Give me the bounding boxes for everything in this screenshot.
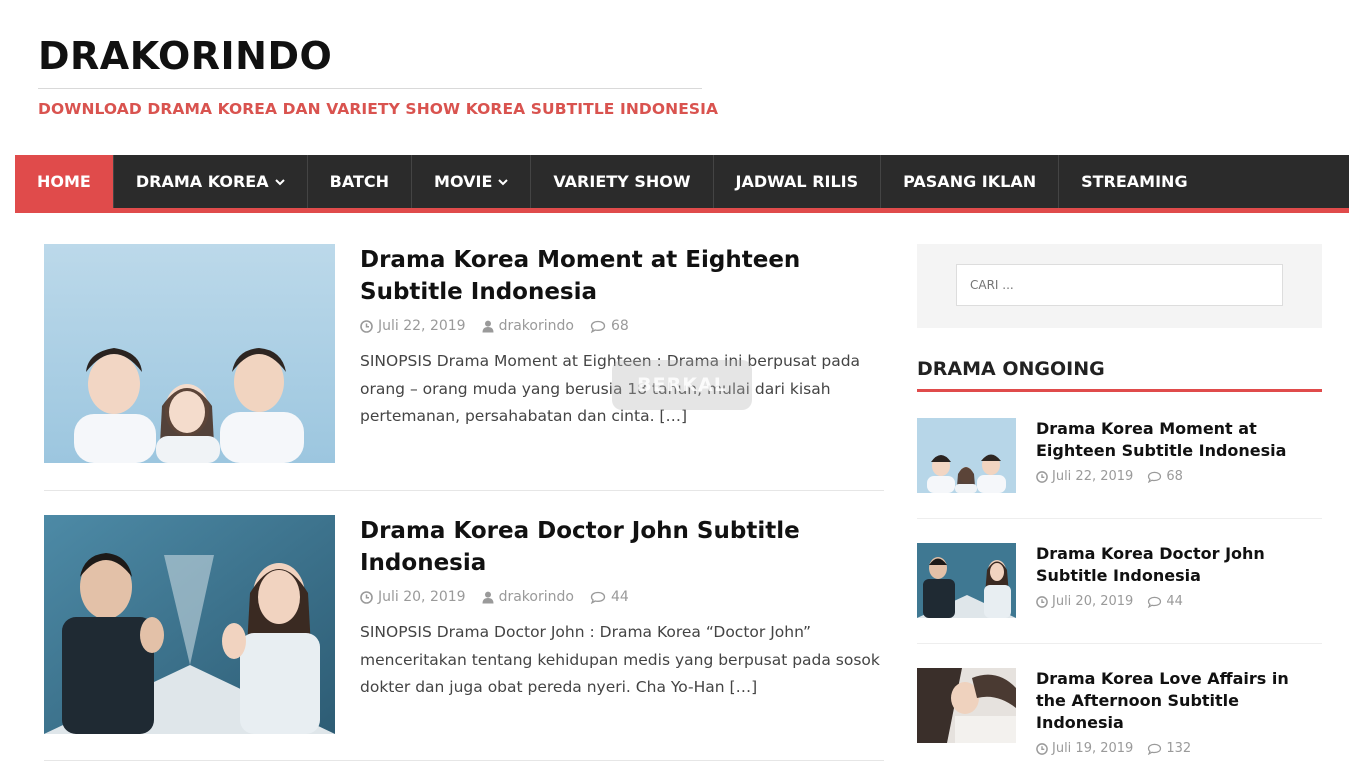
sidebar-post-body: Drama Korea Doctor John Subtitle Indones… <box>1036 543 1322 609</box>
nav-drama-korea[interactable]: DRAMA KOREA <box>114 155 308 208</box>
nav-variety-show[interactable]: VARIETY SHOW <box>531 155 714 208</box>
sidebar-post-thumbnail[interactable] <box>917 543 1016 618</box>
post-title[interactable]: Drama Korea Doctor John Subtitle Indones… <box>360 515 888 579</box>
nav-label: VARIETY SHOW <box>553 172 691 191</box>
sidebar-post-comments[interactable]: 132 <box>1147 741 1191 756</box>
clock-icon <box>1036 470 1048 483</box>
nav-jadwal-rilis[interactable]: JADWAL RILIS <box>714 155 882 208</box>
sidebar-post-title[interactable]: Drama Korea Moment at Eighteen Subtitle … <box>1036 418 1322 462</box>
sidebar-post-body: Drama Korea Moment at Eighteen Subtitle … <box>1036 418 1322 484</box>
sidebar-post-item: Drama Korea Love Affairs in the Afternoo… <box>917 668 1322 756</box>
nav-label: HOME <box>37 172 91 191</box>
nav-label: PASANG IKLAN <box>903 172 1037 191</box>
post-author-text: drakorindo <box>498 589 574 605</box>
sidebar-post-comments-count: 68 <box>1166 469 1183 484</box>
post-comments-count: 44 <box>610 589 629 605</box>
sidebar-post-thumbnail[interactable] <box>917 418 1016 493</box>
sidebar-post-comments-count: 132 <box>1166 741 1192 756</box>
comment-icon <box>1148 471 1162 483</box>
watermark-overlay: BERKAL <box>612 360 752 410</box>
sidebar-post-body: Drama Korea Love Affairs in the Afternoo… <box>1036 668 1322 756</box>
sidebar-post-item: Drama Korea Moment at Eighteen Subtitle … <box>917 418 1322 494</box>
comment-icon <box>590 320 606 333</box>
post-excerpt: SINOPSIS Drama Doctor John : Drama Korea… <box>360 623 880 696</box>
post-date[interactable]: Juli 22, 2019 <box>360 318 466 334</box>
nav-label: MOVIE <box>434 172 493 191</box>
sidebar-post-comments[interactable]: 44 <box>1147 594 1183 609</box>
post-divider <box>44 490 884 491</box>
sidebar-post-item: Drama Korea Doctor John Subtitle Indones… <box>917 543 1322 619</box>
user-icon <box>482 591 494 603</box>
sidebar-post-title[interactable]: Drama Korea Doctor John Subtitle Indones… <box>1036 543 1322 587</box>
comment-icon <box>1148 596 1162 608</box>
post-author[interactable]: drakorindo <box>482 589 574 605</box>
sidebar-post-date[interactable]: Juli 19, 2019 <box>1036 741 1133 756</box>
sidebar-post-meta: Juli 20, 2019 44 <box>1036 594 1322 609</box>
post-title[interactable]: Drama Korea Moment at Eighteen Subtitle … <box>360 244 888 308</box>
post-item: Drama Korea Moment at Eighteen Subtitle … <box>44 244 884 464</box>
widget-title: DRAMA ONGOING <box>917 358 1105 380</box>
nav-home[interactable]: HOME <box>15 155 114 208</box>
sidebar-post-date[interactable]: Juli 22, 2019 <box>1036 469 1133 484</box>
search-input[interactable] <box>956 264 1283 306</box>
post-author[interactable]: drakorindo <box>482 318 574 334</box>
sidebar-post-meta: Juli 19, 2019 132 <box>1036 741 1322 756</box>
main-navigation: HOME DRAMA KOREA BATCH MOVIE VARIETY SHO… <box>15 155 1349 213</box>
chevron-down-icon <box>274 175 285 188</box>
post-meta: Juli 22, 2019 drakorindo 68 <box>360 318 888 334</box>
post-date-text: Juli 20, 2019 <box>378 589 466 605</box>
sidebar-divider <box>917 518 1322 519</box>
site-title[interactable]: DRAKORINDO <box>38 34 332 78</box>
post-thumbnail[interactable] <box>44 244 335 463</box>
clock-icon <box>1036 742 1048 755</box>
post-item: Drama Korea Doctor John Subtitle Indones… <box>44 515 884 735</box>
comment-icon <box>1148 743 1162 755</box>
title-divider <box>38 88 702 89</box>
nav-movie[interactable]: MOVIE <box>412 155 532 208</box>
comment-icon <box>590 591 606 604</box>
nav-pasang-iklan[interactable]: PASANG IKLAN <box>881 155 1060 208</box>
sidebar-post-comments-count: 44 <box>1166 594 1183 609</box>
nav-streaming[interactable]: STREAMING <box>1059 155 1209 208</box>
post-comments[interactable]: 44 <box>590 589 629 605</box>
post-date-text: Juli 22, 2019 <box>378 318 466 334</box>
post-comments-count: 68 <box>610 318 629 334</box>
nav-label: DRAMA KOREA <box>135 172 269 191</box>
nav-label: JADWAL RILIS <box>735 172 859 191</box>
sidebar-post-comments[interactable]: 68 <box>1147 469 1183 484</box>
post-body: Drama Korea Doctor John Subtitle Indones… <box>360 515 888 702</box>
user-icon <box>482 320 494 332</box>
nav-label: STREAMING <box>1081 172 1188 191</box>
sidebar-post-date[interactable]: Juli 20, 2019 <box>1036 594 1133 609</box>
search-widget <box>917 244 1322 328</box>
clock-icon <box>360 590 373 604</box>
sidebar-post-date-text: Juli 20, 2019 <box>1052 594 1134 609</box>
post-thumbnail[interactable] <box>44 515 335 734</box>
post-author-text: drakorindo <box>498 318 574 334</box>
clock-icon <box>1036 595 1048 608</box>
nav-label: BATCH <box>329 172 390 191</box>
sidebar-post-meta: Juli 22, 2019 68 <box>1036 469 1322 484</box>
post-date[interactable]: Juli 20, 2019 <box>360 589 466 605</box>
sidebar-post-title[interactable]: Drama Korea Love Affairs in the Afternoo… <box>1036 668 1322 734</box>
chevron-down-icon <box>498 175 509 188</box>
site-tagline: DOWNLOAD DRAMA KOREA DAN VARIETY SHOW KO… <box>38 100 719 118</box>
sidebar-post-date-text: Juli 19, 2019 <box>1052 741 1134 756</box>
widget-title-underline <box>917 389 1322 392</box>
post-divider <box>44 760 884 761</box>
clock-icon <box>360 319 373 333</box>
sidebar-post-thumbnail[interactable] <box>917 668 1016 743</box>
sidebar-post-date-text: Juli 22, 2019 <box>1052 469 1134 484</box>
post-comments[interactable]: 68 <box>590 318 629 334</box>
nav-batch[interactable]: BATCH <box>308 155 413 208</box>
post-meta: Juli 20, 2019 drakorindo 44 <box>360 589 888 605</box>
sidebar-divider <box>917 643 1322 644</box>
